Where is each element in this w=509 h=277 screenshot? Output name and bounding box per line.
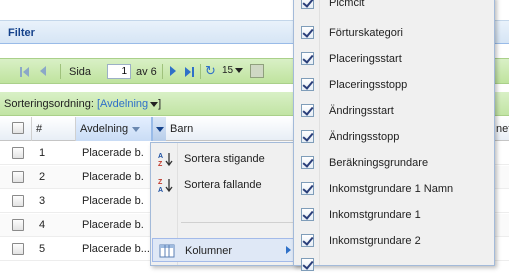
select-all-checkbox[interactable]	[12, 122, 24, 134]
prev-page-icon[interactable]	[40, 66, 46, 78]
sort-order-text: Sorteringsordning:	[4, 98, 94, 110]
sort-descending-icon: Z A	[158, 177, 174, 194]
column-toggle-label: Ändringsstopp	[329, 131, 400, 143]
page-count-label: av 6	[136, 66, 157, 78]
sort-asc-label: Sortera stigande	[184, 153, 265, 165]
submenu-arrow-icon	[286, 246, 291, 254]
column-toggle-item[interactable]: Ändringsstart	[294, 99, 494, 123]
checkbox-checked-icon[interactable]	[301, 104, 314, 117]
column-toggle-item[interactable]: Plcmcit	[294, 0, 494, 15]
last-page-icon[interactable]	[185, 66, 194, 78]
row-checkbox[interactable]	[12, 195, 24, 207]
checkbox-checked-icon[interactable]	[301, 130, 314, 143]
row-department: Placerade b...	[82, 243, 150, 255]
chevron-down-icon	[235, 67, 244, 73]
filter-title: Filter	[8, 27, 35, 39]
column-header-number[interactable]: #	[32, 117, 76, 141]
chevron-down-icon	[150, 101, 159, 107]
checkbox-checked-icon[interactable]	[301, 234, 314, 247]
page-number-input[interactable]	[107, 64, 131, 79]
sort-field-end: ]	[158, 98, 162, 110]
checkbox-checked-icon[interactable]	[301, 208, 314, 221]
toolbar-separator	[200, 64, 201, 79]
column-department-label: Avdelning	[80, 123, 129, 135]
row-department: Placerade b.	[82, 147, 144, 159]
column-toggle-label: Inkomstgrundare 1 Namn	[329, 183, 454, 195]
sort-desc-label: Sortera fallande	[184, 179, 262, 191]
chevron-down-icon	[156, 127, 164, 132]
column-toggle-item[interactable]: Förturskategori	[294, 21, 494, 45]
row-checkbox[interactable]	[12, 171, 24, 183]
row-department: Placerade b.	[82, 195, 144, 207]
column-toggle-item[interactable]: Beräkningsgrundare	[294, 151, 494, 175]
toolbar-separator	[60, 64, 61, 79]
columns-label: Kolumner	[185, 245, 233, 257]
column-header-department[interactable]: Avdelning	[76, 117, 152, 141]
page-size-select[interactable]: 15	[222, 65, 244, 76]
export-icon[interactable]	[250, 64, 264, 78]
row-number: 4	[39, 219, 46, 231]
checkbox-checked-icon[interactable]	[301, 52, 314, 65]
column-toggle-label: Inkomstgrundare 2	[329, 235, 421, 247]
menu-item-sort-desc[interactable]: Z A Sortera fallande	[152, 173, 300, 197]
checkbox-checked-icon[interactable]	[301, 26, 314, 39]
row-number: 2	[39, 171, 46, 183]
column-number-label: #	[36, 123, 43, 135]
svg-text:A: A	[158, 187, 163, 193]
svg-text:A: A	[158, 153, 163, 160]
checkbox-checked-icon[interactable]	[301, 78, 314, 91]
column-toggle-item[interactable]: Placeringsstart	[294, 47, 494, 71]
sort-order-label: Sorteringsordning: [Avdelning]	[4, 98, 161, 110]
sort-field: [Avdelning	[96, 98, 149, 110]
columns-icon	[159, 243, 175, 259]
column-cut-label: net	[496, 123, 509, 135]
column-header-menu: A Z Sortera stigande Z A Sortera falland…	[150, 142, 302, 266]
svg-text:Z: Z	[158, 179, 163, 186]
row-checkbox[interactable]	[12, 147, 24, 159]
menu-item-columns[interactable]: Kolumner	[152, 238, 300, 262]
checkbox-checked-icon[interactable]	[301, 258, 314, 271]
checkbox-checked-icon[interactable]	[301, 0, 314, 9]
sort-ascending-icon: A Z	[158, 151, 174, 168]
row-department: Placerade b.	[82, 219, 144, 231]
page-size-value: 15	[222, 65, 234, 76]
row-department: Placerade b.	[82, 171, 144, 183]
sort-order-value[interactable]: [Avdelning]	[97, 98, 161, 110]
column-toggle-label: Beräkningsgrundare	[329, 157, 429, 169]
column-toggle-label: Plcmcit	[329, 0, 365, 9]
column-toggle-label: Förturskategori	[329, 27, 403, 39]
menu-separator	[181, 222, 299, 223]
page-label: Sida	[69, 66, 92, 78]
columns-chooser-menu: Plcmcit Förturskategori Placeringsstart …	[293, 0, 495, 271]
checkbox-checked-icon[interactable]	[301, 156, 314, 169]
row-number: 3	[39, 195, 46, 207]
checkbox-checked-icon[interactable]	[301, 182, 314, 195]
first-page-icon[interactable]	[20, 66, 29, 78]
column-header-cut[interactable]: net	[496, 117, 509, 141]
sort-direction-icon	[132, 126, 141, 132]
column-toggle-item[interactable]: Placeringsstopp	[294, 73, 494, 97]
column-toggle-item[interactable]: Inkomstgrundare 1 Namn	[294, 177, 494, 201]
svg-text:Z: Z	[158, 161, 163, 167]
column-child-label: Barn	[170, 123, 194, 135]
select-all-cell[interactable]	[0, 117, 32, 141]
column-toggle-label: Ändringsstart	[329, 105, 394, 117]
column-toggle-item[interactable]	[294, 253, 494, 277]
toolbar-separator	[162, 64, 163, 79]
row-number: 1	[39, 147, 46, 159]
column-toggle-label: Inkomstgrundare 1	[329, 209, 421, 221]
column-toggle-label: Placeringsstopp	[329, 79, 408, 91]
row-checkbox[interactable]	[12, 243, 24, 255]
column-toggle-item[interactable]: Inkomstgrundare 2	[294, 229, 494, 253]
column-toggle-item[interactable]: Ändringsstopp	[294, 125, 494, 149]
column-toggle-item[interactable]: Inkomstgrundare 1	[294, 203, 494, 227]
row-number: 5	[39, 243, 46, 255]
menu-item-sort-asc[interactable]: A Z Sortera stigande	[152, 147, 300, 171]
refresh-icon[interactable]: ↻	[205, 64, 219, 78]
column-menu-trigger[interactable]	[152, 117, 166, 141]
row-checkbox[interactable]	[12, 219, 24, 231]
next-page-icon[interactable]	[170, 66, 176, 78]
column-toggle-label: Placeringsstart	[329, 53, 402, 65]
